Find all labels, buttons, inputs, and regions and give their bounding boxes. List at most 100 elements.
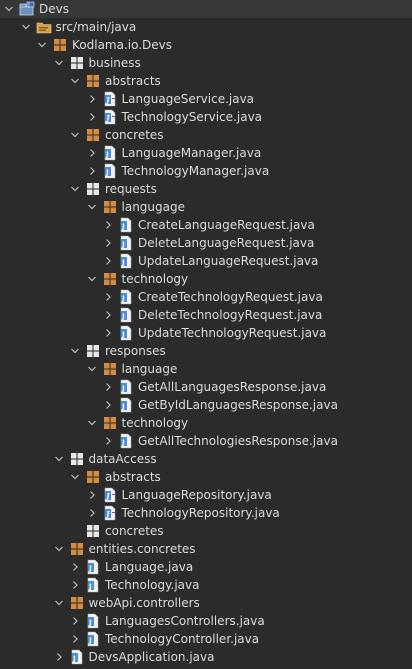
java-class-file-icon: J — [118, 217, 134, 233]
chevron-right-icon[interactable] — [86, 90, 98, 108]
chevron-right-icon[interactable] — [86, 108, 98, 126]
tree-item-label: langugage — [121, 200, 186, 214]
chevron-down-icon[interactable] — [86, 414, 98, 432]
chevron-down-icon[interactable] — [53, 594, 65, 612]
chevron-down-icon[interactable] — [36, 36, 48, 54]
package-icon — [102, 271, 118, 287]
tree-item-label: TechnologyController.java — [105, 632, 260, 646]
package-icon — [52, 37, 68, 53]
svg-text:J: J — [88, 583, 92, 591]
tree-item-updatelanguagerequest-java[interactable]: J UpdateLanguageRequest.java — [0, 252, 412, 270]
chevron-right-icon[interactable] — [86, 162, 98, 180]
tree-item-label: CreateLanguageRequest.java — [138, 218, 315, 232]
chevron-right-icon[interactable] — [102, 432, 114, 450]
chevron-down-icon[interactable] — [69, 180, 81, 198]
chevron-right-icon[interactable] — [69, 630, 81, 648]
tree-item-deletetechnologyrequest-java[interactable]: J DeleteTechnologyRequest.java — [0, 306, 412, 324]
tree-item-technologyrepository-java[interactable]: J TechnologyRepository.java — [0, 504, 412, 522]
tree-item-technologymanager-java[interactable]: J TechnologyManager.java — [0, 162, 412, 180]
tree-item-entities-concretes[interactable]: entities.concretes — [0, 540, 412, 558]
tree-item-responses[interactable]: responses — [0, 342, 412, 360]
chevron-right-icon[interactable] — [102, 288, 114, 306]
tree-item-webapi-controllers[interactable]: webApi.controllers — [0, 594, 412, 612]
chevron-right-icon[interactable] — [86, 144, 98, 162]
java-class-file-icon: J — [118, 307, 134, 323]
tree-item-requests[interactable]: requests — [0, 180, 412, 198]
tree-item-languagemanager-java[interactable]: J LanguageManager.java — [0, 144, 412, 162]
tree-item-devs[interactable]: J Devs — [0, 0, 412, 18]
tree-item-language[interactable]: language — [0, 360, 412, 378]
chevron-down-icon[interactable] — [86, 198, 98, 216]
chevron-down-icon[interactable] — [53, 54, 65, 72]
tree-item-label: concretes — [105, 128, 164, 142]
tree-item-concretes[interactable]: concretes — [0, 522, 412, 540]
tree-item-createlanguagerequest-java[interactable]: J CreateLanguageRequest.java — [0, 216, 412, 234]
chevron-down-icon[interactable] — [3, 0, 15, 18]
java-class-file-icon: J — [118, 379, 134, 395]
java-interface-file-icon: J — [102, 505, 118, 521]
java-class-file-icon: J — [118, 397, 134, 413]
tree-item-label: TechnologyManager.java — [121, 164, 270, 178]
tree-item-src-main-java[interactable]: src/main/java — [0, 18, 412, 36]
tree-item-technology-java[interactable]: J Technology.java — [0, 576, 412, 594]
tree-item-languageservice-java[interactable]: J LanguageService.java — [0, 90, 412, 108]
tree-item-language-java[interactable]: J Language.java — [0, 558, 412, 576]
tree-item-label: CreateTechnologyRequest.java — [138, 290, 323, 304]
chevron-right-icon[interactable] — [102, 306, 114, 324]
chevron-down-icon[interactable] — [53, 540, 65, 558]
svg-text:J: J — [121, 295, 125, 303]
chevron-right-icon[interactable] — [53, 648, 65, 666]
chevron-down-icon[interactable] — [86, 270, 98, 288]
chevron-right-icon[interactable] — [102, 396, 114, 414]
tree-item-label: requests — [105, 182, 157, 196]
chevron-right-icon[interactable] — [86, 504, 98, 522]
tree-item-label: dataAccess — [88, 452, 157, 466]
tree-item-languagescontrollers-java[interactable]: J LanguagesControllers.java — [0, 612, 412, 630]
chevron-down-icon[interactable] — [69, 342, 81, 360]
tree-item-technology[interactable]: technology — [0, 270, 412, 288]
tree-item-concretes[interactable]: concretes — [0, 126, 412, 144]
tree-item-updatetechnologyrequest-java[interactable]: J UpdateTechnologyRequest.java — [0, 324, 412, 342]
chevron-down-icon[interactable] — [20, 18, 32, 36]
tree-item-business[interactable]: business — [0, 54, 412, 72]
tree-item-langugage[interactable]: langugage — [0, 198, 412, 216]
chevron-right-icon[interactable] — [86, 486, 98, 504]
chevron-right-icon[interactable] — [102, 252, 114, 270]
tree-item-label: entities.concretes — [88, 542, 196, 556]
tree-item-technologycontroller-java[interactable]: J TechnologyController.java — [0, 630, 412, 648]
tree-item-label: LanguagesControllers.java — [105, 614, 265, 628]
tree-item-technologyservice-java[interactable]: J TechnologyService.java — [0, 108, 412, 126]
tree-item-dataaccess[interactable]: dataAccess — [0, 450, 412, 468]
tree-item-label: GetAllTechnologiesResponse.java — [138, 434, 338, 448]
package-icon — [69, 541, 85, 557]
tree-item-abstracts[interactable]: abstracts — [0, 72, 412, 90]
tree-item-getalltechnologiesresponse-java[interactable]: J GetAllTechnologiesResponse.java — [0, 432, 412, 450]
tree-item-technology[interactable]: technology — [0, 414, 412, 432]
chevron-down-icon[interactable] — [53, 450, 65, 468]
tree-item-devsapplication-java[interactable]: J DevsApplication.java — [0, 648, 412, 666]
tree-item-languagerepository-java[interactable]: J LanguageRepository.java — [0, 486, 412, 504]
java-class-file-icon: J — [118, 289, 134, 305]
chevron-right-icon[interactable] — [102, 378, 114, 396]
tree-item-label: GetByIdLanguagesResponse.java — [138, 398, 338, 412]
tree-item-label: responses — [105, 344, 166, 358]
chevron-down-icon[interactable] — [69, 468, 81, 486]
chevron-right-icon[interactable] — [69, 558, 81, 576]
tree-item-createtechnologyrequest-java[interactable]: J CreateTechnologyRequest.java — [0, 288, 412, 306]
tree-item-deletelanguagerequest-java[interactable]: J DeleteLanguageRequest.java — [0, 234, 412, 252]
chevron-right-icon[interactable] — [102, 234, 114, 252]
chevron-right-icon[interactable] — [102, 324, 114, 342]
chevron-down-icon[interactable] — [69, 72, 81, 90]
tree-item-getbyidlanguagesresponse-java[interactable]: J GetByIdLanguagesResponse.java — [0, 396, 412, 414]
tree-item-kodlama-io-devs[interactable]: Kodlama.io.Devs — [0, 36, 412, 54]
toggle-spacer — [69, 522, 81, 540]
chevron-right-icon[interactable] — [69, 612, 81, 630]
tree-item-label: abstracts — [105, 470, 161, 484]
svg-text:J: J — [121, 223, 125, 231]
chevron-down-icon[interactable] — [86, 360, 98, 378]
chevron-down-icon[interactable] — [69, 126, 81, 144]
tree-item-abstracts[interactable]: abstracts — [0, 468, 412, 486]
chevron-right-icon[interactable] — [69, 576, 81, 594]
chevron-right-icon[interactable] — [102, 216, 114, 234]
tree-item-getalllanguagesresponse-java[interactable]: J GetAllLanguagesResponse.java — [0, 378, 412, 396]
